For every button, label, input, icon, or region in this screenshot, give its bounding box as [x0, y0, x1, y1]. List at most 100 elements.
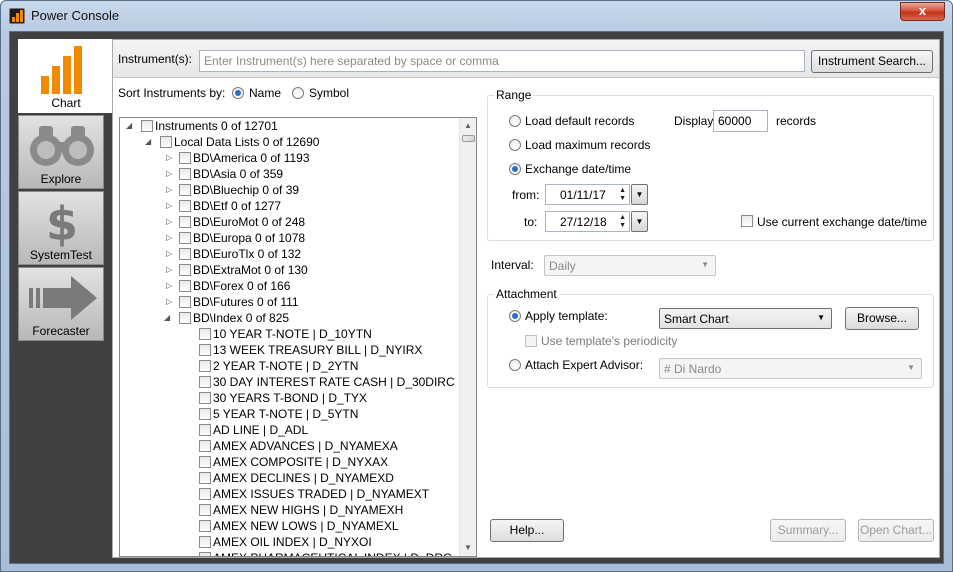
tree-checkbox[interactable] [179, 296, 191, 308]
tree-instrument-item[interactable]: AMEX ADVANCES | D_NYAMEXA [120, 438, 460, 454]
tree-checkbox[interactable] [199, 392, 211, 404]
expand-icon[interactable]: ▷ [166, 153, 172, 162]
scroll-down-icon[interactable]: ▼ [460, 540, 476, 556]
to-date-spinner[interactable]: 27/12/18 ▲ ▼ [545, 211, 630, 232]
tree-instrument-item[interactable]: 30 YEARS T-BOND | D_TYX [120, 390, 460, 406]
expand-icon[interactable]: ▷ [166, 233, 172, 242]
tree-instrument-item[interactable]: AMEX NEW LOWS | D_NYAMEXL [120, 518, 460, 534]
tree-instrument-item[interactable]: 30 DAY INTEREST RATE CASH | D_30DIRC [120, 374, 460, 390]
to-date-dropdown[interactable]: ▼ [631, 211, 648, 232]
tree-instrument-item[interactable]: 5 YEAR T-NOTE | D_5YTN [120, 406, 460, 422]
tree-group-item[interactable]: ▷ BD\Asia 0 of 359 [120, 166, 460, 182]
tree-checkbox[interactable] [199, 408, 211, 420]
nav-explore[interactable]: Explore [18, 115, 104, 189]
instrument-search-button[interactable]: Instrument Search... [811, 50, 933, 73]
collapse-icon[interactable]: ◢ [164, 313, 170, 322]
display-records-input[interactable]: 60000 [713, 110, 768, 132]
tree-scrollbar[interactable]: ▲ ▼ [459, 118, 476, 556]
from-date-spinner[interactable]: 01/11/17 ▲ ▼ [545, 184, 630, 205]
tree-checkbox[interactable] [141, 120, 153, 132]
instrument-input[interactable] [199, 50, 805, 72]
collapse-icon[interactable]: ◢ [145, 137, 151, 146]
tree-instrument-item[interactable]: AMEX PHARMACEUTICAL INDEX | D_DRG [120, 550, 460, 556]
browse-button[interactable]: Browse... [845, 307, 919, 330]
tree-group-item[interactable]: ▷ BD\EuroMot 0 of 248 [120, 214, 460, 230]
tree-instrument-item[interactable]: 10 YEAR T-NOTE | D_10YTN [120, 326, 460, 342]
expand-icon[interactable]: ▷ [166, 185, 172, 194]
tree-checkbox[interactable] [179, 168, 191, 180]
tree-group-item[interactable]: ◢ BD\Index 0 of 825 [120, 310, 460, 326]
expand-icon[interactable]: ▷ [166, 201, 172, 210]
tree-checkbox[interactable] [179, 216, 191, 228]
tree-checkbox[interactable] [199, 520, 211, 532]
tree-group-item[interactable]: ▷ BD\Futures 0 of 111 [120, 294, 460, 310]
tree-instrument-item[interactable]: 2 YEAR T-NOTE | D_2YTN [120, 358, 460, 374]
scroll-thumb[interactable] [462, 135, 475, 142]
summary-button[interactable]: Summary... [770, 519, 846, 542]
tree-checkbox[interactable] [179, 200, 191, 212]
tree-instrument-item[interactable]: AMEX DECLINES | D_NYAMEXD [120, 470, 460, 486]
tree-checkbox[interactable] [199, 440, 211, 452]
load-max-radio[interactable] [509, 139, 521, 151]
tree-root[interactable]: ◢ Instruments 0 of 12701 [120, 118, 460, 134]
tree-checkbox[interactable] [179, 248, 191, 260]
expand-icon[interactable]: ▷ [166, 297, 172, 306]
tree-group-item[interactable]: ▷ BD\Forex 0 of 166 [120, 278, 460, 294]
tree-group-item[interactable]: ▷ BD\ExtraMot 0 of 130 [120, 262, 460, 278]
instrument-tree[interactable]: ◢ Instruments 0 of 12701 ◢ Local Data Li… [119, 117, 477, 557]
expand-icon[interactable]: ▷ [166, 249, 172, 258]
tree-checkbox[interactable] [179, 264, 191, 276]
tree-group-item[interactable]: ▷ BD\Bluechip 0 of 39 [120, 182, 460, 198]
sort-symbol-radio[interactable] [292, 87, 304, 99]
spin-up-icon[interactable]: ▲ [619, 214, 626, 222]
tree-checkbox[interactable] [199, 360, 211, 372]
expand-icon[interactable]: ▷ [166, 265, 172, 274]
close-button[interactable]: x [900, 2, 945, 21]
nav-chart[interactable]: Chart [18, 39, 114, 113]
expand-icon[interactable]: ▷ [166, 169, 172, 178]
tree-checkbox[interactable] [199, 536, 211, 548]
tree-group-item[interactable]: ▷ BD\Europa 0 of 1078 [120, 230, 460, 246]
tree-group-item[interactable]: ▷ BD\Etf 0 of 1277 [120, 198, 460, 214]
exchange-date-radio[interactable] [509, 163, 521, 175]
tree-instrument-item[interactable]: AD LINE | D_ADL [120, 422, 460, 438]
tree-checkbox[interactable] [179, 312, 191, 324]
tree-checkbox[interactable] [199, 344, 211, 356]
use-periodicity-checkbox[interactable] [525, 335, 537, 347]
tree-checkbox[interactable] [199, 472, 211, 484]
spin-down-icon[interactable]: ▼ [619, 222, 626, 230]
template-select[interactable]: Smart Chart ▼ [659, 308, 832, 329]
attach-advisor-radio[interactable] [509, 359, 521, 371]
tree-checkbox[interactable] [199, 424, 211, 436]
tree-checkbox[interactable] [160, 136, 172, 148]
load-default-radio[interactable] [509, 115, 521, 127]
tree-instrument-item[interactable]: AMEX NEW HIGHS | D_NYAMEXH [120, 502, 460, 518]
interval-select[interactable]: Daily ▼ [544, 255, 716, 276]
nav-systemtest[interactable]: $ SystemTest [18, 191, 104, 265]
open-chart-button[interactable]: Open Chart... [858, 519, 934, 542]
tree-local-data-lists[interactable]: ◢ Local Data Lists 0 of 12690 [120, 134, 460, 150]
tree-instrument-item[interactable]: AMEX ISSUES TRADED | D_NYAMEXT [120, 486, 460, 502]
tree-checkbox[interactable] [199, 376, 211, 388]
tree-checkbox[interactable] [199, 328, 211, 340]
tree-checkbox[interactable] [179, 152, 191, 164]
tree-group-item[interactable]: ▷ BD\America 0 of 1193 [120, 150, 460, 166]
tree-checkbox[interactable] [199, 552, 211, 556]
expand-icon[interactable]: ▷ [166, 281, 172, 290]
apply-template-radio[interactable] [509, 310, 521, 322]
tree-checkbox[interactable] [179, 280, 191, 292]
expand-icon[interactable]: ▷ [166, 217, 172, 226]
scroll-up-icon[interactable]: ▲ [460, 118, 476, 134]
advisor-select[interactable]: # Di Nardo ▼ [659, 358, 922, 379]
spin-down-icon[interactable]: ▼ [619, 195, 626, 203]
from-date-dropdown[interactable]: ▼ [631, 184, 648, 205]
tree-instrument-item[interactable]: AMEX OIL INDEX | D_NYXOI [120, 534, 460, 550]
tree-instrument-item[interactable]: 13 WEEK TREASURY BILL | D_NYIRX [120, 342, 460, 358]
tree-group-item[interactable]: ▷ BD\EuroTlx 0 of 132 [120, 246, 460, 262]
spin-up-icon[interactable]: ▲ [619, 187, 626, 195]
tree-checkbox[interactable] [179, 184, 191, 196]
collapse-icon[interactable]: ◢ [126, 121, 132, 130]
nav-forecaster[interactable]: Forecaster [18, 267, 104, 341]
tree-checkbox[interactable] [199, 504, 211, 516]
help-button[interactable]: Help... [490, 519, 564, 542]
